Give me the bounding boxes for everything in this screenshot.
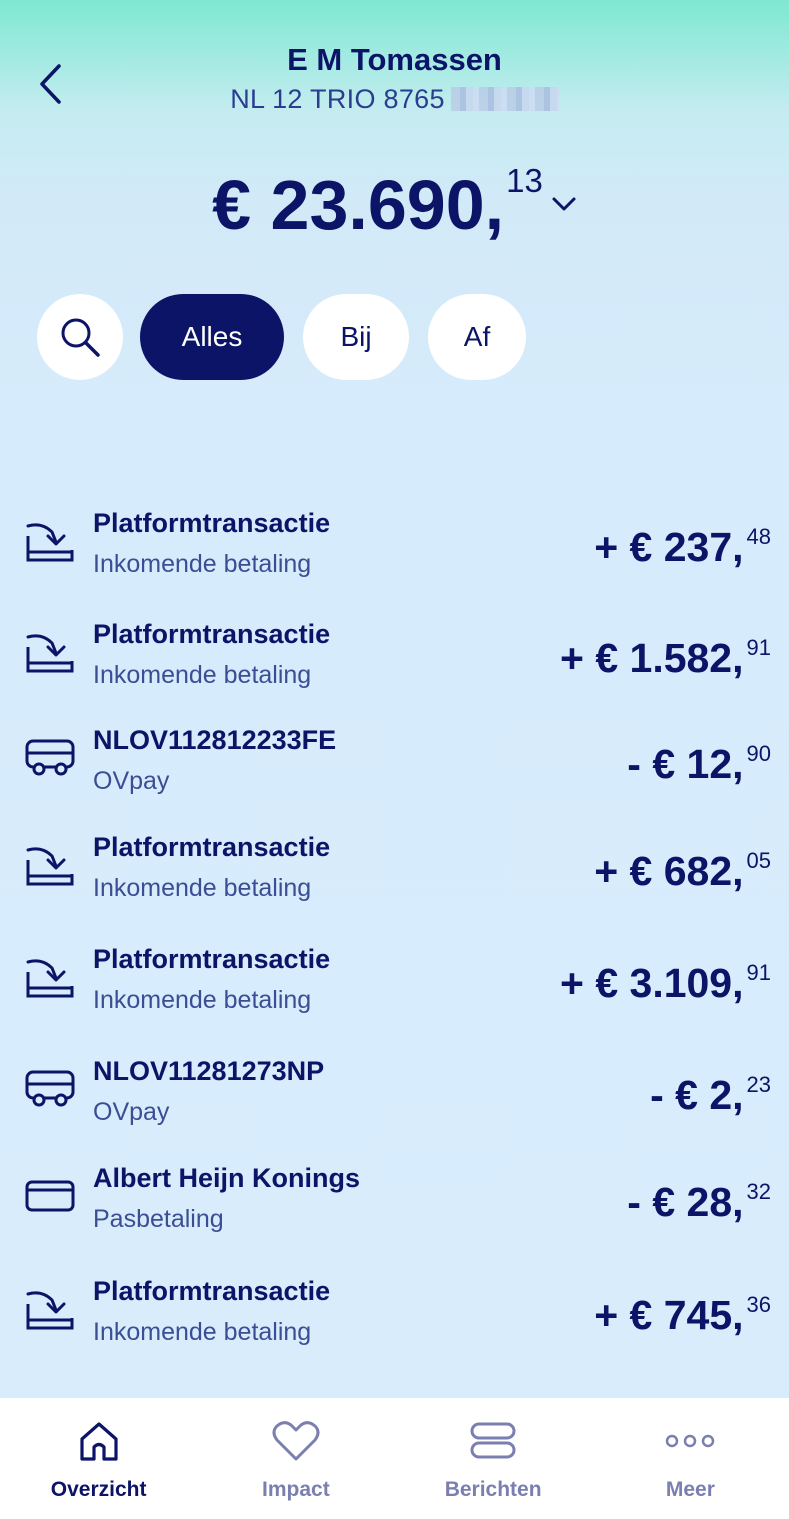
amount-cents: 36: [746, 1292, 771, 1317]
transaction-name: NLOV11281273NP: [93, 1056, 325, 1086]
tab-label: Impact: [262, 1478, 330, 1501]
tab-label: Overzicht: [50, 1478, 147, 1501]
amount-value: - € 12,: [627, 741, 744, 787]
search-button[interactable]: [37, 294, 123, 380]
balance-amount: € 23.690,: [212, 166, 505, 244]
messages-icon: [470, 1422, 516, 1459]
transaction-row[interactable]: Platformtransactie Inkomende betaling + …: [0, 1260, 789, 1360]
tab-meer[interactable]: Meer: [592, 1398, 789, 1519]
balance-cents: 13: [506, 162, 543, 199]
account-iban: NL 12 TRIO 8765: [0, 84, 789, 115]
transaction-type: OVpay: [93, 1098, 170, 1126]
transaction-name: Platformtransactie: [93, 619, 331, 649]
transaction-row[interactable]: Platformtransactie Inkomende betaling + …: [0, 928, 789, 1028]
bus-icon: [25, 1070, 75, 1107]
transaction-row[interactable]: NLOV112812233FE OVpay - € 12, 90: [0, 709, 789, 809]
iban-redacted: [450, 87, 559, 111]
transaction-row[interactable]: Albert Heijn Konings Pasbetaling - € 28,…: [0, 1147, 789, 1247]
balance: € 23.690, 13: [0, 160, 789, 250]
chevron-down-icon: [552, 197, 576, 211]
transaction-name: Albert Heijn Konings: [93, 1163, 361, 1193]
tab-label: Meer: [665, 1478, 715, 1501]
transaction-type: Inkomende betaling: [93, 661, 312, 689]
transaction-type: Inkomende betaling: [93, 874, 312, 902]
tab-overzicht[interactable]: Overzicht: [0, 1398, 197, 1519]
bottom-tab-bar: Overzicht Impact Berichten Meer: [0, 1398, 789, 1519]
incoming-icon: [26, 1291, 74, 1330]
amount-cents: 48: [746, 524, 771, 549]
amount-cents: 05: [746, 848, 771, 873]
card-icon: [25, 1180, 75, 1212]
filter-alles[interactable]: Alles: [140, 294, 284, 380]
transaction-name: NLOV112812233FE: [93, 725, 337, 755]
transaction-name: Platformtransactie: [93, 508, 331, 538]
amount-value: + € 1.582,: [559, 635, 744, 681]
amount-value: + € 745,: [594, 1292, 744, 1338]
amount-cents: 32: [746, 1179, 771, 1204]
account-holder-name: E M Tomassen: [287, 42, 502, 77]
tab-impact[interactable]: Impact: [197, 1398, 394, 1519]
transaction-type: OVpay: [93, 767, 170, 795]
transaction-amount: - € 12, 90: [627, 739, 771, 789]
transaction-row[interactable]: Platformtransactie Inkomende betaling + …: [0, 603, 789, 703]
transaction-amount: - € 28, 32: [627, 1177, 771, 1227]
filter-bar: Alles Bij Af: [37, 294, 526, 380]
filter-bij[interactable]: Bij: [303, 294, 409, 380]
header: E M Tomassen NL 12 TRIO 8765: [0, 0, 789, 150]
transaction-name: Platformtransactie: [93, 944, 331, 974]
tab-berichten[interactable]: Berichten: [395, 1398, 592, 1519]
amount-cents: 91: [746, 635, 771, 660]
more-icon: [666, 1434, 715, 1448]
filter-af[interactable]: Af: [428, 294, 526, 380]
transaction-amount: + € 1.582, 91: [560, 633, 771, 683]
transaction-name: Platformtransactie: [93, 832, 331, 862]
transaction-amount: - € 2, 23: [650, 1070, 771, 1120]
heart-icon: [272, 1421, 320, 1461]
transaction-type: Inkomende betaling: [93, 550, 312, 578]
incoming-icon: [26, 959, 74, 998]
bus-icon: [25, 739, 75, 776]
tab-label: Berichten: [444, 1478, 542, 1501]
incoming-icon: [26, 523, 74, 562]
amount-value: - € 28,: [627, 1179, 744, 1225]
amount-value: + € 3.109,: [559, 960, 744, 1006]
transaction-name: Platformtransactie: [93, 1276, 331, 1306]
home-icon: [80, 1422, 118, 1461]
transaction-row[interactable]: NLOV11281273NP OVpay - € 2, 23: [0, 1040, 789, 1140]
transaction-amount: + € 3.109, 91: [560, 958, 771, 1008]
amount-cents: 90: [746, 741, 771, 766]
transaction-amount: + € 745, 36: [594, 1290, 771, 1340]
search-icon: [61, 318, 100, 357]
transaction-type: Inkomende betaling: [93, 986, 312, 1014]
transaction-amount: + € 682, 05: [594, 846, 771, 896]
incoming-icon: [26, 847, 74, 886]
transaction-amount: + € 237, 48: [594, 522, 771, 572]
amount-value: - € 2,: [650, 1072, 744, 1118]
incoming-icon: [26, 634, 74, 673]
transaction-type: Pasbetaling: [93, 1205, 224, 1233]
amount-value: + € 682,: [594, 848, 744, 894]
transaction-row[interactable]: Platformtransactie Inkomende betaling + …: [0, 492, 789, 592]
transaction-row[interactable]: Platformtransactie Inkomende betaling + …: [0, 816, 789, 916]
iban-text: NL 12 TRIO 8765: [230, 84, 445, 114]
balance-toggle[interactable]: € 23.690, 13: [212, 160, 577, 250]
amount-cents: 91: [746, 960, 771, 985]
amount-value: + € 237,: [594, 524, 744, 570]
transaction-type: Inkomende betaling: [93, 1318, 312, 1346]
amount-cents: 23: [746, 1072, 771, 1097]
